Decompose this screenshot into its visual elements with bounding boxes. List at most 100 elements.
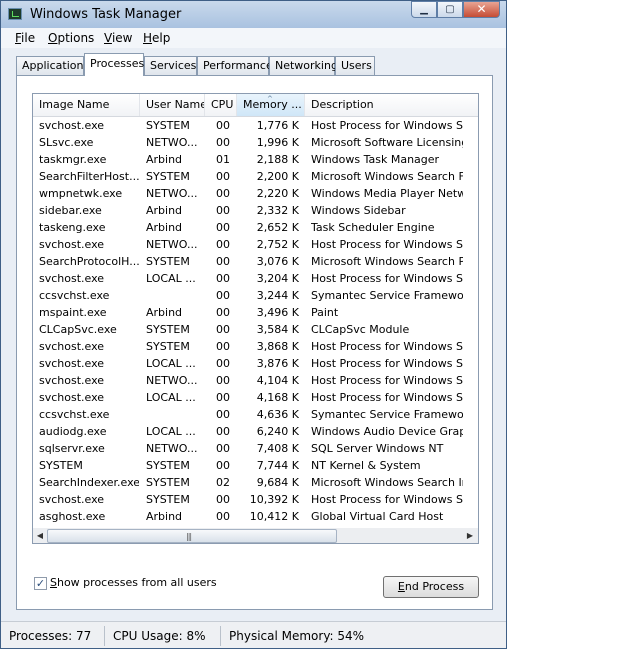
table-row[interactable]: asghost.exe Arbind 00 10,412 K Global Virtua…	[33, 508, 463, 525]
table-row[interactable]: svchost.exe NETWO... 00 4,104 K Host Process…	[33, 372, 463, 389]
cell-memory: 3,076 K	[256, 255, 299, 268]
cell-user-name: NETWO...	[146, 374, 198, 387]
process-list[interactable]: Image Name User Name CPU ^ Memory ... De…	[32, 93, 479, 544]
cell-cpu: 00	[216, 187, 230, 200]
menu-help[interactable]: Help	[143, 31, 170, 45]
maximize-icon: ▢	[445, 4, 455, 15]
cell-memory: 10,392 K	[249, 493, 299, 506]
table-row[interactable]: svchost.exe SYSTEM 00 1,776 K Host Process f…	[33, 117, 463, 134]
tab-users[interactable]: Users	[335, 56, 375, 75]
table-row[interactable]: svchost.exe NETWO... 00 2,752 K Host Process…	[33, 236, 463, 253]
cell-memory: 3,868 K	[256, 340, 299, 353]
cell-image-name: svchost.exe	[39, 119, 105, 132]
cell-image-name: wmpnetwk.exe	[39, 187, 123, 200]
table-row[interactable]: svchost.exe LOCAL ... 00 3,204 K Host Proces…	[33, 270, 463, 287]
cell-image-name: audiodg.exe	[39, 425, 107, 438]
cell-memory: 3,584 K	[256, 323, 299, 336]
table-row[interactable]: mspaint.exe Arbind 00 3,496 K Paint	[33, 304, 463, 321]
end-process-button[interactable]: End Process	[383, 576, 479, 598]
cell-memory: 2,200 K	[256, 170, 299, 183]
tab-applications[interactable]: Applications	[16, 56, 89, 75]
column-image-name[interactable]: Image Name	[33, 94, 140, 116]
table-row[interactable]: audiodg.exe LOCAL ... 00 6,240 K Windows Aud…	[33, 423, 463, 440]
table-row[interactable]: svchost.exe LOCAL ... 00 3,876 K Host Proces…	[33, 355, 463, 372]
grip-icon: |||	[186, 532, 192, 541]
title-bar[interactable]: Windows Task Manager ▁ ▢ ✕	[1, 1, 506, 28]
table-row[interactable]: ccsvchst.exe 00 3,244 K Symantec Service Fr…	[33, 287, 463, 304]
cell-user-name: SYSTEM	[146, 493, 190, 506]
scrollbar-corner	[478, 528, 479, 544]
cell-user-name: Arbind	[146, 204, 183, 217]
cell-description: Host Process for Windows Serv	[311, 238, 463, 251]
status-processes: Processes: 77	[1, 626, 105, 646]
table-row[interactable]: taskmgr.exe Arbind 01 2,188 K Windows Task M…	[33, 151, 463, 168]
chevron-right-icon: ▶	[466, 531, 474, 540]
table-row[interactable]: wmpnetwk.exe NETWO... 00 2,220 K Windows Med…	[33, 185, 463, 202]
show-all-users-label: Show processes from all users	[50, 576, 217, 589]
tab-processes[interactable]: Processes	[84, 53, 144, 76]
table-row[interactable]: svchost.exe SYSTEM 00 10,392 K Host Process …	[33, 491, 463, 508]
cell-image-name: svchost.exe	[39, 272, 105, 285]
table-row[interactable]: SLsvc.exe NETWO... 00 1,996 K Microsoft Soft…	[33, 134, 463, 151]
table-row[interactable]: taskeng.exe Arbind 00 2,652 K Task Scheduler…	[33, 219, 463, 236]
column-user-name[interactable]: User Name	[140, 94, 205, 116]
scroll-right-button[interactable]: ▶	[463, 529, 477, 543]
vertical-scrollbar[interactable]: ▲ ———	[478, 94, 479, 544]
column-memory[interactable]: ^ Memory ...	[237, 94, 305, 116]
cell-description: Symantec Service Framework	[311, 408, 463, 421]
cell-description: Windows Task Manager	[311, 153, 440, 166]
tab-networking[interactable]: Networking	[269, 56, 338, 75]
cell-image-name: mspaint.exe	[39, 306, 107, 319]
column-cpu[interactable]: CPU	[205, 94, 237, 116]
cell-cpu: 00	[216, 357, 230, 370]
cell-memory: 10,412 K	[249, 510, 299, 523]
cell-description: Host Process for Windows Serv	[311, 357, 463, 370]
cell-memory: 7,408 K	[256, 442, 299, 455]
table-row[interactable]: svchost.exe SYSTEM 00 3,868 K Host Process f…	[33, 338, 463, 355]
cell-user-name: LOCAL ...	[146, 357, 196, 370]
cell-memory: 4,636 K	[256, 408, 299, 421]
cell-user-name: Arbind	[146, 306, 183, 319]
cell-user-name: LOCAL ...	[146, 425, 196, 438]
table-row[interactable]: sqlservr.exe NETWO... 00 7,408 K SQL Server …	[33, 440, 463, 457]
table-row[interactable]: svchost.exe LOCAL ... 00 4,168 K Host Proces…	[33, 389, 463, 406]
tab-strip: Applications Processes Services Performa…	[1, 53, 506, 76]
cell-user-name: SYSTEM	[146, 170, 190, 183]
cell-memory: 6,240 K	[256, 425, 299, 438]
horizontal-scrollbar[interactable]: ◀ ||| ▶	[33, 528, 478, 543]
cell-memory: 3,244 K	[256, 289, 299, 302]
maximize-button[interactable]: ▢	[437, 1, 463, 18]
minimize-button[interactable]: ▁	[411, 1, 437, 18]
checkbox-box[interactable]: ✓	[34, 577, 47, 590]
cell-image-name: svchost.exe	[39, 238, 105, 251]
check-icon: ✓	[35, 577, 46, 590]
cell-description: Host Process for Windows Serv	[311, 374, 463, 387]
cell-image-name: sqlservr.exe	[39, 442, 105, 455]
table-row[interactable]: sidebar.exe Arbind 00 2,332 K Windows Sideba…	[33, 202, 463, 219]
table-row[interactable]: SearchIndexer.exe SYSTEM 02 9,684 K Microsof…	[33, 474, 463, 491]
cell-user-name: Arbind	[146, 510, 183, 523]
table-row[interactable]: CLCapSvc.exe SYSTEM 00 3,584 K CLCapSvc Modu…	[33, 321, 463, 338]
cell-cpu: 00	[216, 204, 230, 217]
cell-user-name: Arbind	[146, 153, 183, 166]
table-row[interactable]: SYSTEM SYSTEM 00 7,744 K NT Kernel & System	[33, 457, 463, 474]
column-description[interactable]: Description	[305, 94, 478, 116]
cell-image-name: taskeng.exe	[39, 221, 106, 234]
horizontal-scroll-thumb[interactable]: |||	[47, 529, 337, 543]
menu-file[interactable]: File	[15, 31, 35, 45]
cell-cpu: 01	[216, 153, 230, 166]
tab-services[interactable]: Services	[144, 56, 197, 75]
tab-performance[interactable]: Performance	[197, 56, 273, 75]
table-row[interactable]: SearchProtocolH... SYSTEM 00 3,076 K Microso…	[33, 253, 463, 270]
cell-user-name: SYSTEM	[146, 119, 190, 132]
cell-image-name: SearchFilterHost....	[39, 170, 139, 183]
cell-image-name: SearchProtocolH...	[39, 255, 139, 268]
cell-cpu: 00	[216, 425, 230, 438]
status-physical-memory: Physical Memory: 54%	[229, 629, 365, 643]
table-row[interactable]: SearchFilterHost.... SYSTEM 00 2,200 K Micro…	[33, 168, 463, 185]
menu-options[interactable]: Options	[48, 31, 94, 45]
table-row[interactable]: ccsvchst.exe 00 4,636 K Symantec Service Fr…	[33, 406, 463, 423]
menu-view[interactable]: View	[104, 31, 132, 45]
scroll-left-button[interactable]: ◀	[33, 529, 47, 543]
close-button[interactable]: ✕	[463, 1, 500, 18]
